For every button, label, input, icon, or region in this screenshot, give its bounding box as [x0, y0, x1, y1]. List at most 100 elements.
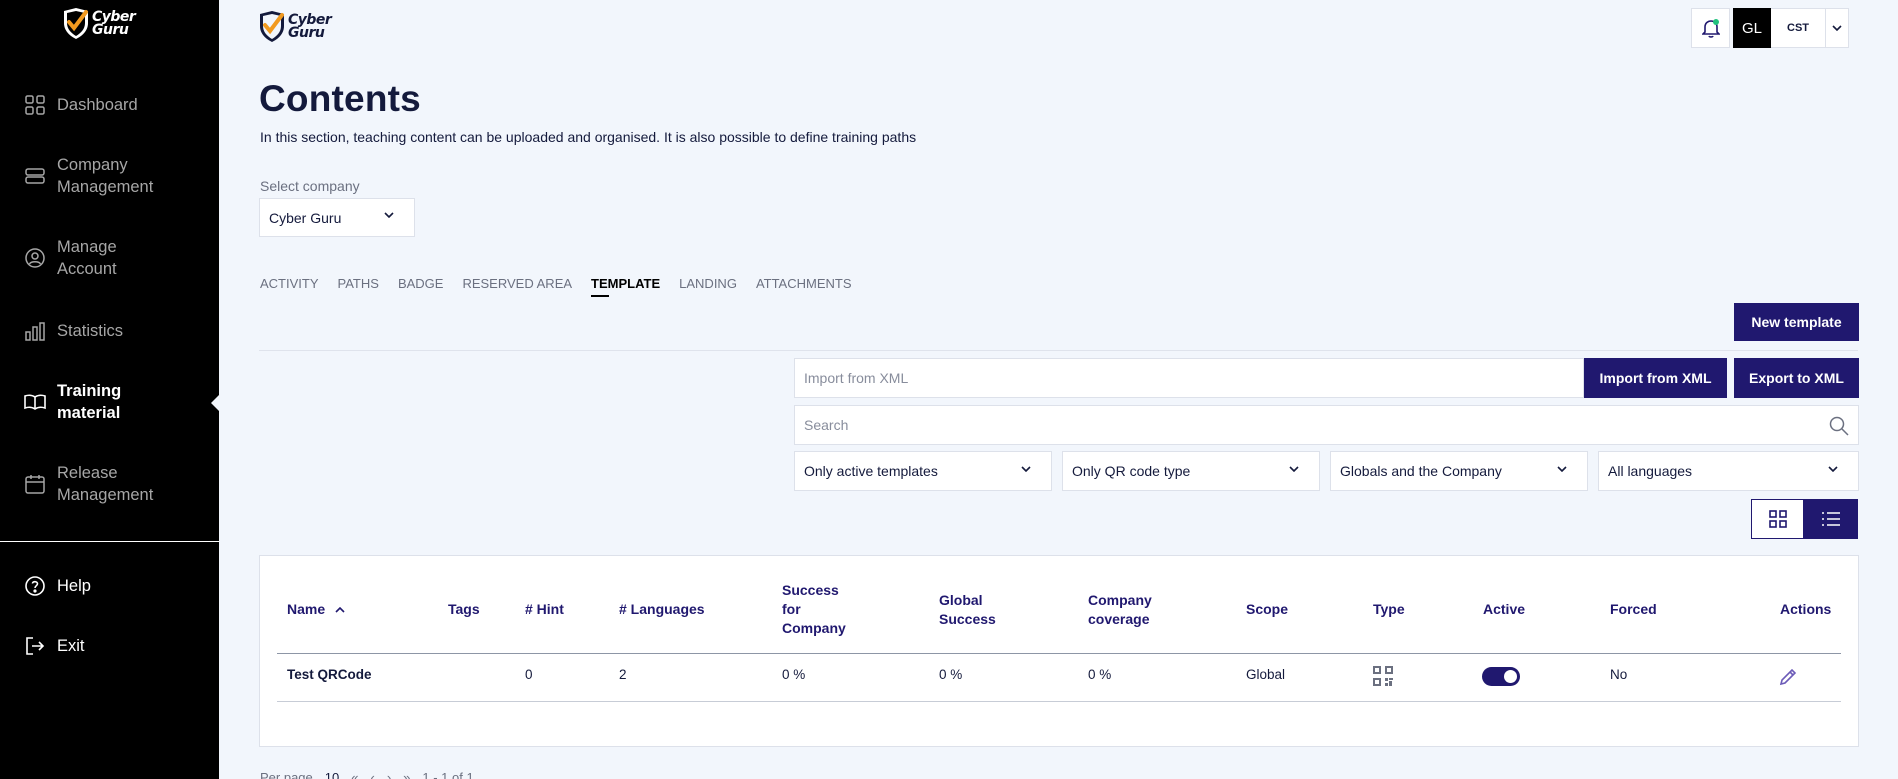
column-header-name[interactable]: Name	[287, 600, 345, 619]
sidebar-item-help[interactable]: Help	[24, 575, 91, 597]
avatar[interactable]: GL	[1733, 8, 1771, 48]
import-xml-button[interactable]: Import from XML	[1584, 358, 1727, 398]
tab-reserved-area[interactable]: RESERVED AREA	[462, 276, 572, 297]
edit-button[interactable]	[1778, 667, 1798, 690]
user-circle-icon	[24, 247, 46, 269]
cell-forced: No	[1610, 667, 1628, 682]
bar-chart-icon	[24, 320, 46, 342]
sidebar-item-company-management[interactable]: Company Management	[24, 154, 153, 198]
sidebar-item-label: Manage Account	[57, 236, 117, 280]
prev-page-icon[interactable]: ‹	[370, 770, 374, 779]
import-xml-input[interactable]: Import from XML	[794, 358, 1584, 398]
tab-attachments[interactable]: ATTACHMENTS	[756, 276, 852, 297]
per-page-label: Per page	[260, 770, 313, 779]
column-header-actions: Actions	[1780, 601, 1832, 617]
notification-dot	[1713, 19, 1719, 25]
logout-icon	[24, 635, 46, 657]
help-circle-icon	[24, 575, 46, 597]
sidebar-item-training-material[interactable]: Training material	[24, 380, 121, 424]
sidebar-item-label: Help	[57, 577, 91, 595]
sidebar-item-label: Dashboard	[57, 96, 138, 114]
filter-scope[interactable]: Globals and the Company	[1330, 451, 1588, 491]
sidebar-item-release-management[interactable]: Release Management	[24, 462, 153, 506]
filter-value: Only QR code type	[1072, 463, 1191, 479]
column-header-label: Name	[287, 601, 326, 617]
chevron-down-icon	[1832, 25, 1842, 31]
company-select-value: Cyber Guru	[269, 209, 342, 226]
active-toggle[interactable]	[1482, 667, 1520, 686]
filter-type[interactable]: Only QR code type	[1062, 451, 1320, 491]
content-tabs: ACTIVITY PATHS BADGE RESERVED AREA TEMPL…	[260, 276, 871, 297]
search-input[interactable]: Search	[794, 405, 1859, 445]
sidebar-item-label: Company Management	[57, 154, 153, 198]
tab-template[interactable]: TEMPLATE	[591, 276, 660, 297]
header-logo[interactable]: Cyber Guru	[258, 11, 332, 43]
tab-activity[interactable]: ACTIVITY	[260, 276, 319, 297]
sidebar: Cyber Guru Dashboard Company Management	[0, 0, 219, 779]
header-line: Global	[939, 592, 983, 608]
list-icon	[1822, 512, 1840, 526]
list-view-button[interactable]	[1804, 499, 1858, 539]
sidebar-item-label: Release Management	[57, 462, 153, 506]
cell-company-coverage: 0 %	[1088, 667, 1112, 682]
calendar-icon	[24, 473, 46, 495]
search-icon[interactable]	[1829, 416, 1849, 436]
qr-code-icon	[1373, 666, 1393, 686]
label-line2: Account	[57, 260, 117, 278]
column-header-languages: # Languages	[619, 601, 705, 617]
filter-languages[interactable]: All languages	[1598, 451, 1859, 491]
sidebar-item-label: Training material	[57, 380, 121, 424]
header-line: Success	[782, 582, 839, 598]
company-code[interactable]: CST	[1771, 8, 1825, 48]
tab-landing[interactable]: LANDING	[679, 276, 737, 297]
user-menu-toggle[interactable]	[1825, 8, 1849, 48]
next-page-icon[interactable]: ›	[387, 770, 391, 779]
company-select[interactable]: Cyber Guru	[259, 198, 415, 237]
first-page-icon[interactable]: «	[351, 770, 358, 779]
header-line: coverage	[1088, 611, 1150, 627]
column-header-active: Active	[1483, 601, 1526, 617]
per-page-select[interactable]: 10	[325, 770, 339, 779]
column-header-success-company: Success for Company	[782, 581, 846, 638]
cell-scope: Global	[1246, 667, 1286, 682]
column-header-type: Type	[1373, 601, 1405, 617]
sidebar-logo-text: Cyber Guru	[92, 10, 136, 37]
table-header-divider	[277, 653, 1841, 654]
header-line: Success	[939, 611, 996, 627]
sidebar-item-exit[interactable]: Exit	[24, 635, 85, 657]
notifications-button[interactable]	[1691, 8, 1730, 48]
logo-line2: Guru	[288, 25, 325, 41]
server-icon	[24, 165, 46, 187]
shield-check-logo-icon	[260, 11, 284, 42]
page-description: In this section, teaching content can be…	[260, 129, 917, 145]
export-xml-button[interactable]: Export to XML	[1734, 358, 1859, 398]
header-line: Company	[1088, 592, 1152, 608]
column-header-company-coverage: Company coverage	[1088, 591, 1152, 629]
sidebar-logo[interactable]: Cyber Guru	[62, 8, 136, 40]
last-page-icon[interactable]: »	[403, 770, 410, 779]
import-xml-placeholder: Import from XML	[804, 370, 909, 386]
cell-success-company: 0 %	[782, 667, 806, 682]
filter-value: Globals and the Company	[1340, 463, 1502, 479]
filter-value: Only active templates	[804, 463, 938, 479]
header-line: Company	[782, 620, 846, 636]
cell-name: Test QRCode	[287, 667, 372, 682]
sidebar-item-manage-account[interactable]: Manage Account	[24, 236, 117, 280]
new-template-button[interactable]: New template	[1734, 303, 1859, 341]
filter-value: All languages	[1608, 463, 1693, 479]
cell-languages: 2	[619, 667, 627, 682]
grid-icon	[1768, 510, 1787, 528]
sidebar-item-statistics[interactable]: Statistics	[24, 320, 123, 342]
label-line2: Management	[57, 178, 154, 196]
sidebar-divider	[0, 541, 219, 542]
filter-active-templates[interactable]: Only active templates	[794, 451, 1052, 491]
tab-badge[interactable]: BADGE	[398, 276, 444, 297]
active-indicator	[211, 395, 219, 411]
label-line1: Company	[57, 156, 128, 174]
chevron-down-icon	[1021, 466, 1031, 472]
table-row-divider	[277, 701, 1841, 702]
grid-view-button[interactable]	[1751, 499, 1804, 539]
chevron-down-icon	[384, 212, 394, 218]
sidebar-item-dashboard[interactable]: Dashboard	[24, 94, 138, 116]
tab-paths[interactable]: PATHS	[338, 276, 379, 297]
